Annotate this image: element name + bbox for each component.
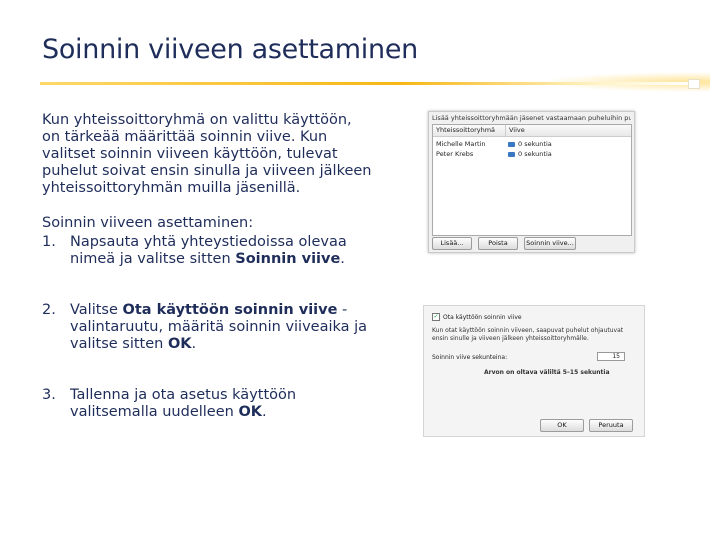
column-header-delay: Viive [509,126,525,134]
dialog-instruction: Lisää yhteissoittoryhmään jäsenet vastaa… [432,114,631,122]
ring-delay-dialog-screenshot: ✓ Ota käyttöön soinnin viive Kun otat kä… [423,305,645,437]
member-name: Peter Krebs [436,150,474,158]
forward-arrow-icon [508,151,515,157]
ring-delay-button[interactable]: Soinnin viive... [524,237,576,250]
step-number: 1. [42,234,56,250]
table-row[interactable]: Michelle Martin 0 sekuntia [433,139,631,149]
step-number: 2. [42,302,56,318]
cancel-button[interactable]: Peruuta [589,419,633,432]
group-member-list: Yhteissoittoryhmä Viive Michelle Martin … [432,124,632,236]
delay-field-label: Soinnin viive sekunteina: [432,354,508,361]
rule-end-marker [688,79,700,89]
step-text: Napsauta yhtä yhteystiedoissa olevaa nim… [70,234,347,267]
enable-ring-delay-checkbox[interactable]: ✓ Ota käyttöön soinnin viive [432,313,522,321]
column-header-group: Yhteissoittoryhmä [433,125,506,136]
member-name: Michelle Martin [436,140,486,148]
body-text: Kun yhteissoittoryhmä on valittu käyttöö… [42,112,372,421]
step-text: Valitse Ota käyttöön soinnin viive -vali… [70,302,368,352]
step-2: 2. Valitse Ota käyttöön soinnin viive -v… [42,302,372,353]
table-row[interactable]: Peter Krebs 0 sekuntia [433,149,631,159]
delay-range-hint: Arvon on oltava väliltä 5–15 sekuntia [484,369,610,376]
member-delay: 0 sekuntia [508,150,631,158]
delay-seconds-stepper[interactable]: 15 [597,352,625,361]
checkbox-label: Ota käyttöön soinnin viive [443,313,522,321]
ring-delay-description: Kun otat käyttöön soinnin viiveen, saapu… [432,327,624,342]
step-3: 3. Tallenna ja ota asetus käyttöön valit… [42,387,372,421]
forward-arrow-icon [508,141,515,147]
slide-title: Soinnin viiveen asettaminen [42,34,418,65]
checkmark-icon: ✓ [432,313,440,321]
step-number: 3. [42,387,56,403]
list-header: Yhteissoittoryhmä Viive [433,125,631,137]
member-delay: 0 sekuntia [508,140,631,148]
step-1: 1. Napsauta yhtä yhteystiedoissa olevaa … [42,234,372,268]
team-call-dialog-screenshot: Lisää yhteissoittoryhmään jäsenet vastaa… [428,111,635,253]
intro-paragraph: Kun yhteissoittoryhmä on valittu käyttöö… [42,112,372,196]
add-button[interactable]: Lisää... [432,237,472,250]
remove-button[interactable]: Poista [478,237,518,250]
step-text: Tallenna ja ota asetus käyttöön valitsem… [70,387,297,420]
title-rule [40,82,698,85]
ok-button[interactable]: OK [540,419,584,432]
steps-heading: Soinnin viiveen asettaminen: [42,215,254,231]
